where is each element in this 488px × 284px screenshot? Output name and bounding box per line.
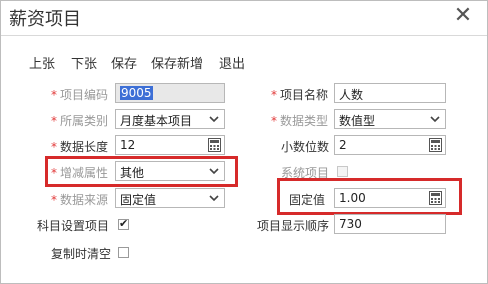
save-button[interactable]: 保存 — [111, 53, 137, 72]
subject-setting-label: 科目设置项目 — [37, 219, 110, 233]
dialog-title: 薪资项目 — [9, 9, 81, 30]
data-length-label: * 数据长度 — [51, 140, 109, 154]
display-order-field[interactable]: 730 — [334, 214, 446, 234]
clear-on-copy-checkbox[interactable] — [118, 247, 129, 258]
inc-dec-attr-label: * 增减属性 — [51, 166, 109, 180]
system-item-label: 系统项目 — [281, 166, 330, 180]
data-type-label: * 数据类型 — [271, 114, 329, 128]
item-code-label: * 项目编码 — [51, 88, 109, 102]
chevron-down-icon — [430, 116, 440, 123]
data-source-label: * 数据来源 — [51, 193, 109, 207]
calculator-icon[interactable] — [208, 138, 221, 152]
subject-setting-checkbox[interactable]: ✔ — [118, 217, 129, 230]
data-source-select[interactable]: 固定值 — [115, 188, 225, 208]
title-bar: 薪资项目 ✕ — [1, 1, 487, 36]
fixed-value-label: 固定值 — [289, 193, 326, 207]
close-icon[interactable]: ✕ — [451, 4, 475, 28]
salary-item-dialog: 薪资项目 ✕ 上张 下张 保存 保存新增 退出 * 项目编码 9005 * 所属类别… — [0, 0, 488, 284]
item-name-field[interactable]: 人数 — [334, 83, 446, 103]
next-record-button[interactable]: 下张 — [71, 53, 97, 72]
item-code-value: 9005 — [120, 86, 153, 100]
system-item-checkbox[interactable] — [337, 166, 348, 177]
category-label: * 所属类别 — [51, 114, 109, 128]
calculator-icon[interactable] — [429, 138, 442, 152]
calculator-icon[interactable] — [429, 191, 442, 205]
display-order-label: 项目显示顺序 — [257, 219, 330, 233]
fixed-value-field[interactable]: 1.00 — [334, 188, 446, 208]
chevron-down-icon — [209, 195, 219, 202]
save-and-new-button[interactable]: 保存新增 — [151, 53, 203, 72]
item-code-field[interactable]: 9005 — [115, 83, 225, 103]
prev-record-button[interactable]: 上张 — [29, 53, 55, 72]
decimals-label: 小数位数 — [281, 140, 330, 154]
check-icon: ✔ — [119, 217, 129, 230]
decimals-field[interactable]: 2 — [334, 135, 446, 155]
chevron-down-icon — [209, 116, 219, 123]
inc-dec-attr-select[interactable]: 其他 — [115, 161, 225, 181]
data-type-select[interactable]: 数值型 — [334, 109, 446, 129]
chevron-down-icon — [209, 168, 219, 175]
item-name-label: * 项目名称 — [271, 88, 329, 102]
data-length-field[interactable]: 12 — [115, 135, 225, 155]
clear-on-copy-label: 复制时清空 — [51, 247, 112, 261]
exit-button[interactable]: 退出 — [219, 53, 245, 72]
category-select[interactable]: 月度基本项目 — [115, 109, 225, 129]
